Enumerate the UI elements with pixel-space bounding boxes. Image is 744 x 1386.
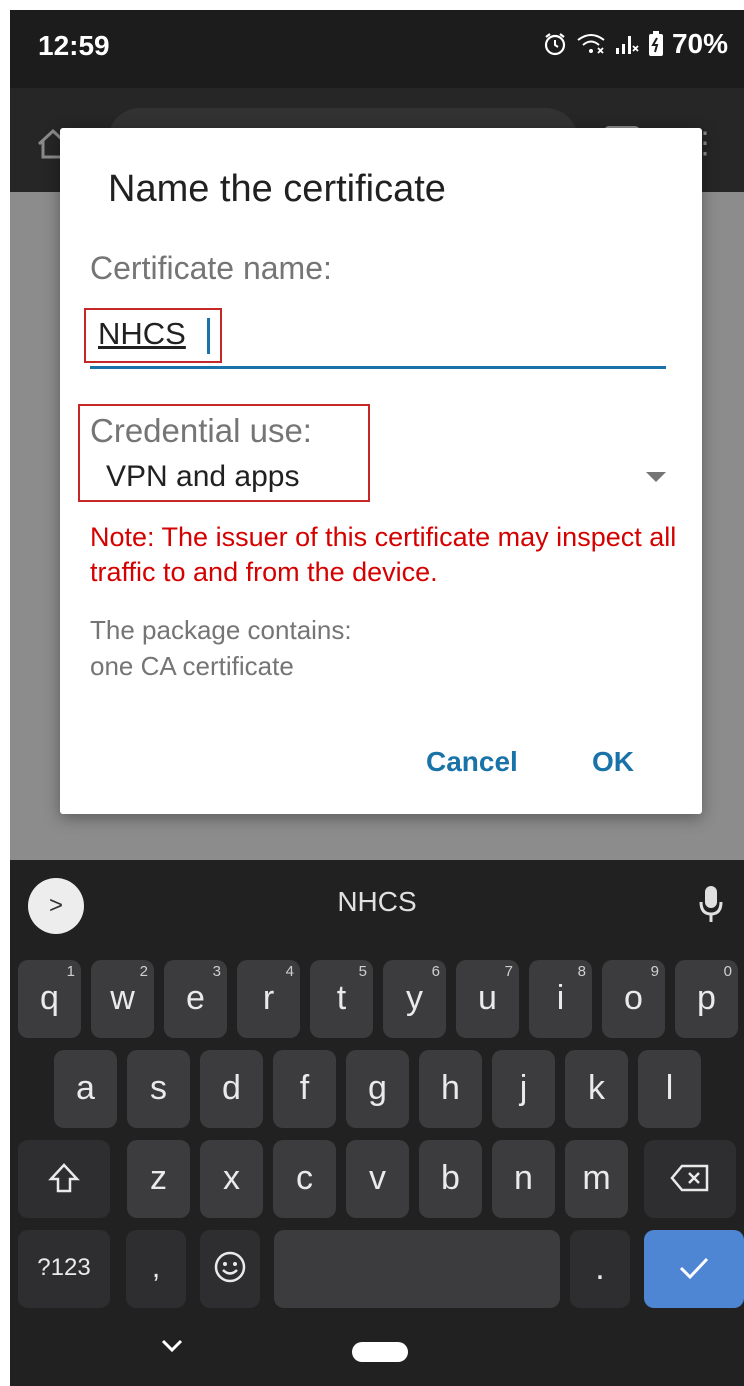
package-contents: The package contains: one CA certificate <box>90 612 352 684</box>
key-x[interactable]: x <box>200 1140 263 1218</box>
key-hint-9: 9 <box>650 963 659 980</box>
microphone-icon[interactable] <box>698 884 724 929</box>
battery-percent: 70% <box>671 28 728 59</box>
emoji-icon <box>214 1251 246 1283</box>
key-j[interactable]: j <box>492 1050 555 1128</box>
key-e[interactable]: e3 <box>164 960 227 1038</box>
backspace-key[interactable] <box>644 1140 736 1218</box>
key-q[interactable]: q1 <box>18 960 81 1038</box>
key-y[interactable]: y6 <box>383 960 446 1038</box>
package-contents-line1: The package contains: <box>90 615 352 645</box>
key-s[interactable]: s <box>127 1050 190 1128</box>
key-n[interactable]: n <box>492 1140 555 1218</box>
key-hint-0: 0 <box>723 963 732 980</box>
key-hint-6: 6 <box>431 963 440 980</box>
key-g[interactable]: g <box>346 1050 409 1128</box>
home-gesture-pill[interactable] <box>352 1342 408 1362</box>
emoji-key[interactable] <box>200 1230 260 1308</box>
key-l[interactable]: l <box>638 1050 701 1128</box>
enter-key[interactable] <box>644 1230 744 1308</box>
status-time: 12:59 <box>38 30 110 61</box>
key-hint-2: 2 <box>139 963 148 980</box>
ok-button[interactable]: OK <box>592 746 634 778</box>
shift-key[interactable] <box>18 1140 110 1218</box>
checkmark-icon <box>679 1257 709 1280</box>
comma-key[interactable]: , <box>126 1230 186 1308</box>
key-f[interactable]: f <box>273 1050 336 1128</box>
key-h[interactable]: h <box>419 1050 482 1128</box>
key-hint-8: 8 <box>577 963 586 980</box>
suggestion-word[interactable]: NHCS <box>10 886 744 918</box>
status-icons: 70% <box>542 28 728 60</box>
key-u[interactable]: u7 <box>456 960 519 1038</box>
soft-keyboard: > NHCS q1w2e3r4t5y6u7i8o9p0 asdfghjkl zx… <box>10 860 744 1386</box>
key-b[interactable]: b <box>419 1140 482 1218</box>
key-t[interactable]: t5 <box>310 960 373 1038</box>
key-z[interactable]: z <box>127 1140 190 1218</box>
issuer-warning-note: Note: The issuer of this certificate may… <box>90 522 677 587</box>
key-k[interactable]: k <box>565 1050 628 1128</box>
alarm-icon <box>542 31 568 57</box>
annotation-highlight-name <box>84 308 222 363</box>
package-contents-line2: one CA certificate <box>90 651 294 681</box>
key-r[interactable]: r4 <box>237 960 300 1038</box>
certificate-name-label: Certificate name: <box>90 250 332 286</box>
suggestion-strip: > NHCS <box>10 860 744 952</box>
wifi-off-icon <box>576 32 606 56</box>
battery-icon <box>648 31 664 57</box>
key-i[interactable]: i8 <box>529 960 592 1038</box>
annotation-highlight-credential <box>78 404 370 502</box>
system-nav-bar <box>10 1330 744 1386</box>
key-v[interactable]: v <box>346 1140 409 1218</box>
key-m[interactable]: m <box>565 1140 628 1218</box>
space-key[interactable] <box>274 1230 560 1308</box>
key-hint-7: 7 <box>504 963 513 980</box>
symbols-key[interactable]: ?123 <box>18 1230 110 1308</box>
key-p[interactable]: p0 <box>675 960 738 1038</box>
key-d[interactable]: d <box>200 1050 263 1128</box>
phone-screen: 12:59 70% ...tcale...t:8443/ ⋮ Name the … <box>10 10 744 1386</box>
cancel-button[interactable]: Cancel <box>426 746 518 778</box>
key-o[interactable]: o9 <box>602 960 665 1038</box>
hide-keyboard-icon[interactable] <box>160 1338 184 1359</box>
key-a[interactable]: a <box>54 1050 117 1128</box>
period-key[interactable]: . <box>570 1230 630 1308</box>
key-hint-1: 1 <box>66 963 75 980</box>
signal-icon <box>614 32 640 56</box>
key-w[interactable]: w2 <box>91 960 154 1038</box>
status-bar: 12:59 70% <box>10 10 744 88</box>
dialog-title: Name the certificate <box>108 168 446 210</box>
key-hint-5: 5 <box>358 963 367 980</box>
dropdown-arrow-icon <box>646 472 666 482</box>
key-c[interactable]: c <box>273 1140 336 1218</box>
key-hint-3: 3 <box>212 963 221 980</box>
key-hint-4: 4 <box>285 963 294 980</box>
name-certificate-dialog: Name the certificate Certificate name: N… <box>60 128 702 814</box>
